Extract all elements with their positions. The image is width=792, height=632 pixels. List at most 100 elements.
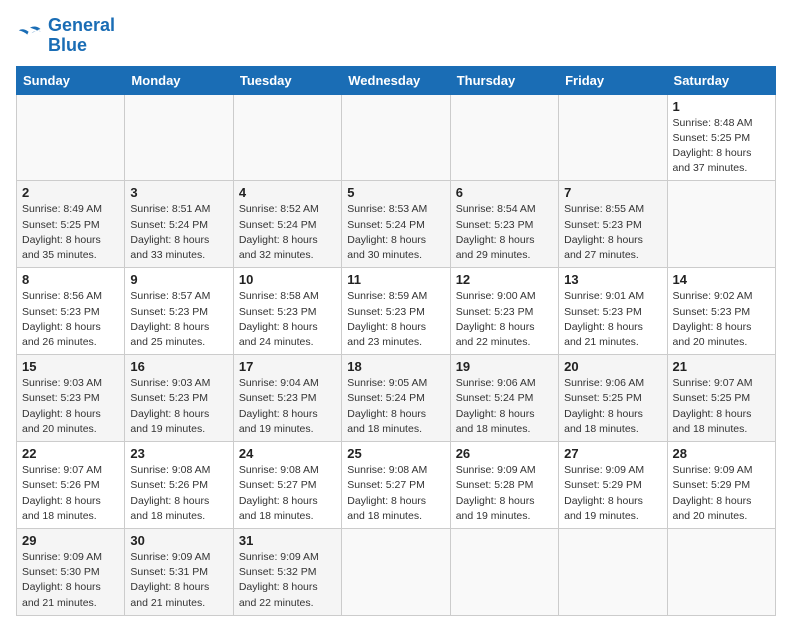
day-info: Sunrise: 9:02 AMSunset: 5:23 PMDaylight:… bbox=[673, 289, 770, 350]
day-cell bbox=[233, 94, 341, 181]
day-info: Sunrise: 8:52 AMSunset: 5:24 PMDaylight:… bbox=[239, 202, 336, 263]
week-row-3: 8 Sunrise: 8:56 AMSunset: 5:23 PMDaylight… bbox=[17, 268, 776, 355]
day-info: Sunrise: 9:06 AMSunset: 5:24 PMDaylight:… bbox=[456, 376, 553, 437]
day-number: 6 bbox=[456, 185, 553, 200]
header-monday: Monday bbox=[125, 66, 233, 94]
day-info: Sunrise: 8:51 AMSunset: 5:24 PMDaylight:… bbox=[130, 202, 227, 263]
day-info: Sunrise: 9:09 AMSunset: 5:28 PMDaylight:… bbox=[456, 463, 553, 524]
day-cell: 28 Sunrise: 9:09 AMSunset: 5:29 PMDayligh… bbox=[667, 442, 775, 529]
day-cell bbox=[342, 528, 450, 615]
day-number: 8 bbox=[22, 272, 119, 287]
header-thursday: Thursday bbox=[450, 66, 558, 94]
day-cell bbox=[17, 94, 125, 181]
day-cell: 30Sunrise: 9:09 AMSunset: 5:31 PMDayligh… bbox=[125, 528, 233, 615]
day-info: Sunrise: 9:03 AMSunset: 5:23 PMDaylight:… bbox=[22, 376, 119, 437]
day-info: Sunrise: 9:04 AMSunset: 5:23 PMDaylight:… bbox=[239, 376, 336, 437]
day-info: Sunrise: 9:00 AMSunset: 5:23 PMDaylight:… bbox=[456, 289, 553, 350]
day-cell: 9Sunrise: 8:57 AMSunset: 5:23 PMDaylight… bbox=[125, 268, 233, 355]
calendar-table: SundayMondayTuesdayWednesdayThursdayFrid… bbox=[16, 66, 776, 616]
day-cell: 25 Sunrise: 9:08 AMSunset: 5:27 PMDayligh… bbox=[342, 442, 450, 529]
day-info: Sunrise: 9:03 AMSunset: 5:23 PMDaylight:… bbox=[130, 376, 227, 437]
week-row-5: 22 Sunrise: 9:07 AMSunset: 5:26 PMDayligh… bbox=[17, 442, 776, 529]
day-number: 22 bbox=[22, 446, 119, 461]
day-info: Sunrise: 8:58 AMSunset: 5:23 PMDaylight:… bbox=[239, 289, 336, 350]
day-cell: 26 Sunrise: 9:09 AMSunset: 5:28 PMDayligh… bbox=[450, 442, 558, 529]
day-number: 4 bbox=[239, 185, 336, 200]
logo-text: General bbox=[48, 16, 115, 36]
day-cell bbox=[125, 94, 233, 181]
day-info: Sunrise: 8:56 AMSunset: 5:23 PMDaylight:… bbox=[22, 289, 119, 350]
header-tuesday: Tuesday bbox=[233, 66, 341, 94]
day-info: Sunrise: 8:48 AMSunset: 5:25 PMDaylight:… bbox=[673, 116, 770, 177]
logo-text2: Blue bbox=[48, 36, 115, 56]
day-cell bbox=[559, 94, 667, 181]
header-wednesday: Wednesday bbox=[342, 66, 450, 94]
week-row-1: 1Sunrise: 8:48 AMSunset: 5:25 PMDaylight… bbox=[17, 94, 776, 181]
day-info: Sunrise: 9:07 AMSunset: 5:26 PMDaylight:… bbox=[22, 463, 119, 524]
day-number: 11 bbox=[347, 272, 444, 287]
day-cell: 5 Sunrise: 8:53 AMSunset: 5:24 PMDaylight… bbox=[342, 181, 450, 268]
day-cell: 27 Sunrise: 9:09 AMSunset: 5:29 PMDayligh… bbox=[559, 442, 667, 529]
day-number: 26 bbox=[456, 446, 553, 461]
day-number: 24 bbox=[239, 446, 336, 461]
day-info: Sunrise: 8:54 AMSunset: 5:23 PMDaylight:… bbox=[456, 202, 553, 263]
day-info: Sunrise: 9:09 AMSunset: 5:30 PMDaylight:… bbox=[22, 550, 119, 611]
day-number: 2 bbox=[22, 185, 119, 200]
day-cell: 13Sunrise: 9:01 AMSunset: 5:23 PMDayligh… bbox=[559, 268, 667, 355]
day-cell: 1Sunrise: 8:48 AMSunset: 5:25 PMDaylight… bbox=[667, 94, 775, 181]
week-row-2: 2 Sunrise: 8:49 AMSunset: 5:25 PMDaylight… bbox=[17, 181, 776, 268]
day-cell: 24 Sunrise: 9:08 AMSunset: 5:27 PMDayligh… bbox=[233, 442, 341, 529]
day-info: Sunrise: 9:09 AMSunset: 5:29 PMDaylight:… bbox=[564, 463, 661, 524]
day-number: 27 bbox=[564, 446, 661, 461]
day-number: 5 bbox=[347, 185, 444, 200]
day-cell: 15 Sunrise: 9:03 AMSunset: 5:23 PMDayligh… bbox=[17, 355, 125, 442]
header-saturday: Saturday bbox=[667, 66, 775, 94]
day-cell: 21 Sunrise: 9:07 AMSunset: 5:25 PMDayligh… bbox=[667, 355, 775, 442]
day-cell: 2 Sunrise: 8:49 AMSunset: 5:25 PMDaylight… bbox=[17, 181, 125, 268]
day-cell: 14Sunrise: 9:02 AMSunset: 5:23 PMDayligh… bbox=[667, 268, 775, 355]
day-number: 25 bbox=[347, 446, 444, 461]
week-row-6: 29Sunrise: 9:09 AMSunset: 5:30 PMDayligh… bbox=[17, 528, 776, 615]
day-cell bbox=[559, 528, 667, 615]
day-cell: 16 Sunrise: 9:03 AMSunset: 5:23 PMDayligh… bbox=[125, 355, 233, 442]
day-number: 16 bbox=[130, 359, 227, 374]
day-info: Sunrise: 8:59 AMSunset: 5:23 PMDaylight:… bbox=[347, 289, 444, 350]
header-friday: Friday bbox=[559, 66, 667, 94]
day-cell: 18Sunrise: 9:05 AMSunset: 5:24 PMDayligh… bbox=[342, 355, 450, 442]
day-info: Sunrise: 9:08 AMSunset: 5:27 PMDaylight:… bbox=[239, 463, 336, 524]
day-info: Sunrise: 9:08 AMSunset: 5:27 PMDaylight:… bbox=[347, 463, 444, 524]
day-number: 20 bbox=[564, 359, 661, 374]
day-cell: 10 Sunrise: 8:58 AMSunset: 5:23 PMDayligh… bbox=[233, 268, 341, 355]
day-info: Sunrise: 9:01 AMSunset: 5:23 PMDaylight:… bbox=[564, 289, 661, 350]
day-cell bbox=[342, 94, 450, 181]
day-number: 21 bbox=[673, 359, 770, 374]
day-info: Sunrise: 8:57 AMSunset: 5:23 PMDaylight:… bbox=[130, 289, 227, 350]
day-cell: 4 Sunrise: 8:52 AMSunset: 5:24 PMDaylight… bbox=[233, 181, 341, 268]
day-cell bbox=[450, 94, 558, 181]
day-info: Sunrise: 9:06 AMSunset: 5:25 PMDaylight:… bbox=[564, 376, 661, 437]
day-cell: 3Sunrise: 8:51 AMSunset: 5:24 PMDaylight… bbox=[125, 181, 233, 268]
day-info: Sunrise: 8:53 AMSunset: 5:24 PMDaylight:… bbox=[347, 202, 444, 263]
day-info: Sunrise: 9:05 AMSunset: 5:24 PMDaylight:… bbox=[347, 376, 444, 437]
day-info: Sunrise: 8:55 AMSunset: 5:23 PMDaylight:… bbox=[564, 202, 661, 263]
day-info: Sunrise: 8:49 AMSunset: 5:25 PMDaylight:… bbox=[22, 202, 119, 263]
logo-bird-icon bbox=[16, 22, 44, 50]
day-cell: 7Sunrise: 8:55 AMSunset: 5:23 PMDaylight… bbox=[559, 181, 667, 268]
day-cell: 8 Sunrise: 8:56 AMSunset: 5:23 PMDaylight… bbox=[17, 268, 125, 355]
day-number: 30 bbox=[130, 533, 227, 548]
day-info: Sunrise: 9:09 AMSunset: 5:29 PMDaylight:… bbox=[673, 463, 770, 524]
day-info: Sunrise: 9:08 AMSunset: 5:26 PMDaylight:… bbox=[130, 463, 227, 524]
day-number: 23 bbox=[130, 446, 227, 461]
day-cell bbox=[450, 528, 558, 615]
day-cell: 31Sunrise: 9:09 AMSunset: 5:32 PMDayligh… bbox=[233, 528, 341, 615]
page-header: General Blue bbox=[16, 16, 776, 56]
day-number: 19 bbox=[456, 359, 553, 374]
day-number: 15 bbox=[22, 359, 119, 374]
logo: General Blue bbox=[16, 16, 115, 56]
day-info: Sunrise: 9:07 AMSunset: 5:25 PMDaylight:… bbox=[673, 376, 770, 437]
day-number: 17 bbox=[239, 359, 336, 374]
day-cell: 11 Sunrise: 8:59 AMSunset: 5:23 PMDayligh… bbox=[342, 268, 450, 355]
day-number: 10 bbox=[239, 272, 336, 287]
day-number: 28 bbox=[673, 446, 770, 461]
day-cell: 29Sunrise: 9:09 AMSunset: 5:30 PMDayligh… bbox=[17, 528, 125, 615]
